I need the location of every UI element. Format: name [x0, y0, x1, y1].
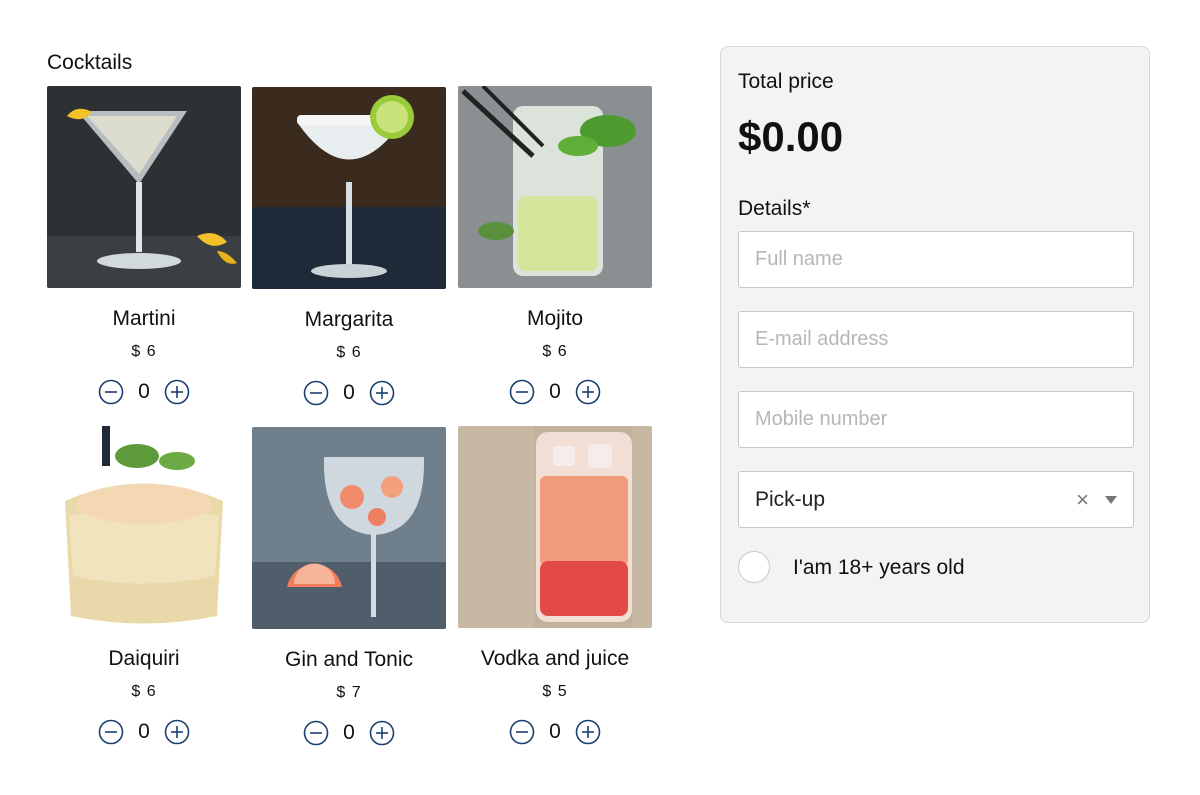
close-icon[interactable]: ×: [1076, 487, 1089, 513]
gin-and-tonic-photo: [252, 427, 446, 629]
minus-circle-icon[interactable]: [303, 380, 329, 406]
delivery-select[interactable]: Pick-up ×: [738, 471, 1134, 528]
vodka-and-juice-photo: [458, 426, 652, 628]
delivery-select-value: Pick-up: [755, 487, 826, 511]
cocktail-name: Vodka and juice: [480, 647, 630, 670]
martini-photo: [47, 86, 241, 288]
quantity-value: 0: [343, 381, 355, 404]
details-label: Details*: [738, 197, 811, 220]
cocktail-price: $ 6: [542, 343, 568, 360]
cocktail-name: Mojito: [526, 307, 584, 330]
plus-circle-icon[interactable]: [575, 379, 601, 405]
cocktail-card-vodka-and-juice: Vodka and juice $ 5 0: [458, 426, 652, 745]
minus-circle-icon[interactable]: [98, 719, 124, 745]
mobile-input[interactable]: [738, 391, 1134, 448]
daiquiri-photo: [47, 426, 241, 628]
minus-circle-icon[interactable]: [98, 379, 124, 405]
cocktail-card-daiquiri: Daiquiri $ 6 0: [47, 426, 241, 745]
age-confirm-checkbox[interactable]: [738, 551, 770, 583]
order-panel: Total price $0.00 Details* Pick-up × I'a…: [720, 46, 1150, 623]
cocktail-name: Margarita: [304, 308, 394, 331]
margarita-photo: [252, 87, 446, 289]
mojito-photo: [458, 86, 652, 288]
minus-circle-icon[interactable]: [509, 719, 535, 745]
plus-circle-icon[interactable]: [164, 379, 190, 405]
section-title: Cocktails: [47, 51, 133, 74]
cocktail-name: Martini: [112, 307, 176, 330]
quantity-stepper: 0: [252, 720, 446, 746]
minus-circle-icon[interactable]: [509, 379, 535, 405]
quantity-stepper: 0: [47, 379, 241, 405]
quantity-stepper: 0: [252, 380, 446, 406]
email-input[interactable]: [738, 311, 1134, 368]
cocktail-card-gin-and-tonic: Gin and Tonic $ 7 0: [252, 427, 446, 746]
cocktail-price: $ 5: [542, 683, 568, 700]
plus-circle-icon[interactable]: [369, 380, 395, 406]
cocktail-price: $ 6: [131, 343, 157, 360]
plus-circle-icon[interactable]: [164, 719, 190, 745]
cocktail-price: $ 7: [336, 684, 362, 701]
quantity-value: 0: [549, 380, 561, 403]
cocktail-card-margarita: Margarita $ 6 0: [252, 87, 446, 406]
plus-circle-icon[interactable]: [575, 719, 601, 745]
quantity-value: 0: [138, 380, 150, 403]
cocktail-name: Daiquiri: [108, 647, 180, 670]
cocktail-card-mojito: Mojito $ 6 0: [458, 86, 652, 405]
full-name-input[interactable]: [738, 231, 1134, 288]
cocktail-price: $ 6: [131, 683, 157, 700]
chevron-down-icon[interactable]: [1105, 495, 1117, 504]
quantity-value: 0: [549, 720, 561, 743]
quantity-value: 0: [343, 721, 355, 744]
quantity-value: 0: [138, 720, 150, 743]
total-price-label: Total price: [738, 70, 834, 93]
quantity-stepper: 0: [47, 719, 241, 745]
quantity-stepper: 0: [458, 379, 652, 405]
cocktail-name: Gin and Tonic: [284, 648, 414, 671]
cocktail-card-martini: Martini $ 6 0: [47, 86, 241, 405]
cocktail-price: $ 6: [336, 344, 362, 361]
age-confirm-label: I'am 18+ years old: [793, 556, 965, 579]
total-price-value: $0.00: [738, 113, 844, 160]
minus-circle-icon[interactable]: [303, 720, 329, 746]
plus-circle-icon[interactable]: [369, 720, 395, 746]
quantity-stepper: 0: [458, 719, 652, 745]
